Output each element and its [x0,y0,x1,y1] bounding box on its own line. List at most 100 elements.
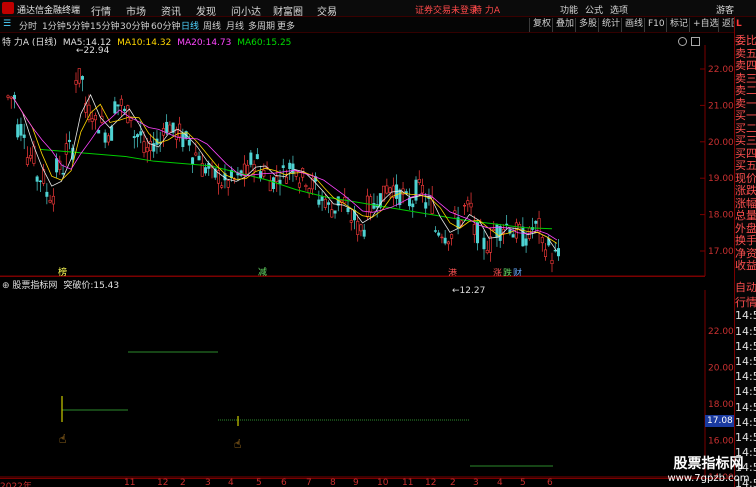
candle-body [187,139,191,146]
candle-body [278,179,282,184]
x-tick-label: 3 [205,478,211,487]
quote-row-label: 收益 [735,259,756,272]
event-marker-rise[interactable]: 涨 [493,266,502,279]
candle-body [103,132,107,143]
tab-monthly[interactable]: 月线 [226,19,244,32]
candle-body [191,157,195,165]
current-price-tag: 17.08 [705,415,734,427]
guest-label[interactable]: 游客 [716,3,734,16]
f10-button[interactable]: F10 [644,18,668,32]
tab-more[interactable]: 更多 [277,19,295,32]
menu-function[interactable]: 功能 [560,3,578,16]
candle-body [226,180,230,188]
candle-body [411,203,415,208]
event-marker-hk[interactable]: 港 [448,266,457,279]
x-tick-label: 11 [402,478,414,487]
candle-body [268,180,272,192]
y-tick-label: 21.00 [708,101,734,111]
menu-formula[interactable]: 公式 [585,3,603,16]
tab-30min[interactable]: 30分钟 [120,19,149,32]
candle-body [90,118,94,122]
candle-body [330,209,334,218]
candle-body [110,126,114,141]
candle-body [446,241,450,245]
menu-options[interactable]: 选项 [610,3,628,16]
candle-body [505,223,509,226]
draw-line-button[interactable]: 画线 [621,18,646,32]
candle-body [327,202,331,205]
candle-body [388,187,392,193]
candle-body [136,134,140,138]
side-panel-header-icon: L [736,19,742,29]
candle-body [469,202,473,208]
tab-5min[interactable]: 5分钟 [66,19,90,32]
candle-body [142,141,146,153]
tab-intraday[interactable]: 分时 [19,19,37,32]
x-tick-label: 12 [157,478,169,487]
candle-body [485,250,489,254]
tab-1min[interactable]: 1分钟 [42,19,66,32]
tab-60min[interactable]: 60分钟 [151,19,180,32]
candle-body [433,230,437,232]
candle-body [453,210,457,214]
hand-cursor-icon: ☝ [234,437,242,451]
menu-item-discover[interactable]: 发现 [196,3,216,18]
y-tick-label: 17.00 [708,247,734,257]
candle-body [220,185,224,188]
candle-body [64,143,68,155]
candlestick-chart[interactable]: 22.0021.0020.0019.0018.0017.0016.0015.00… [0,45,734,277]
y-tick-label: 22.00 [708,65,734,75]
menu-item-wealth-circle[interactable]: 财富圈 [273,3,303,18]
login-notice[interactable]: 证券交易未登录 [415,3,478,16]
tab-15min[interactable]: 15分钟 [90,19,119,32]
event-marker-fall[interactable]: 跌 [503,266,512,279]
menu-item-trade[interactable]: 交易 [317,3,337,18]
candle-body [74,80,78,85]
overlay-button[interactable]: 叠加 [552,18,577,32]
y-tick-label: 20.00 [708,138,734,148]
candle-body [450,234,454,239]
candle-body [420,184,424,194]
x-tick-label: 8 [330,478,336,487]
candle-body [556,248,560,257]
toolbar-menu-icon[interactable]: ☰ [3,19,11,29]
candle-body [511,234,515,238]
high-price-label: ←22.94 [76,46,110,56]
x-tick-label: 12 [425,478,437,487]
candle-body [123,108,127,112]
tab-multi-period[interactable]: 多周期 [248,19,275,32]
candle-body [35,176,39,182]
candle-body [550,260,554,265]
add-watchlist-button[interactable]: +自选 [689,18,722,32]
breakout-indicator-chart[interactable]: 22.0020.0018.0016.0014.00 [0,290,734,478]
tab-weekly[interactable]: 周线 [203,19,221,32]
candle-body [534,220,538,224]
adjust-button[interactable]: 复权 [529,18,554,32]
candle-body [440,236,444,239]
statistics-button[interactable]: 统计 [598,18,623,32]
x-tick-label: 2 [180,478,186,487]
candle-body [6,95,10,98]
mark-button[interactable]: 标记 [666,18,691,32]
candle-body [385,185,389,194]
candle-body [272,177,276,190]
menu-item-ask[interactable]: 问小达 [231,3,261,18]
tab-daily[interactable]: 日线 [181,19,199,32]
candle-body [181,132,185,148]
candle-body [437,232,441,236]
sub-y-tick-label: 20.00 [708,364,734,374]
menu-item-market[interactable]: 市场 [126,3,146,18]
event-marker-finance[interactable]: 财 [513,266,522,279]
candle-body [323,198,327,208]
x-tick-label: 7 [306,478,312,487]
menu-item-quotes[interactable]: 行情 [91,3,111,18]
candle-body [168,124,172,133]
x-tick-label: 2 [450,478,456,487]
multi-stock-button[interactable]: 多股 [575,18,600,32]
menu-item-news[interactable]: 资讯 [161,3,181,18]
candle-body [68,139,72,142]
candle-body [9,96,13,99]
sub-y-tick-label: 18.00 [708,400,734,410]
header-stock-name: 特 力A [473,6,501,16]
tick-time-label: 14:5 [735,339,756,353]
